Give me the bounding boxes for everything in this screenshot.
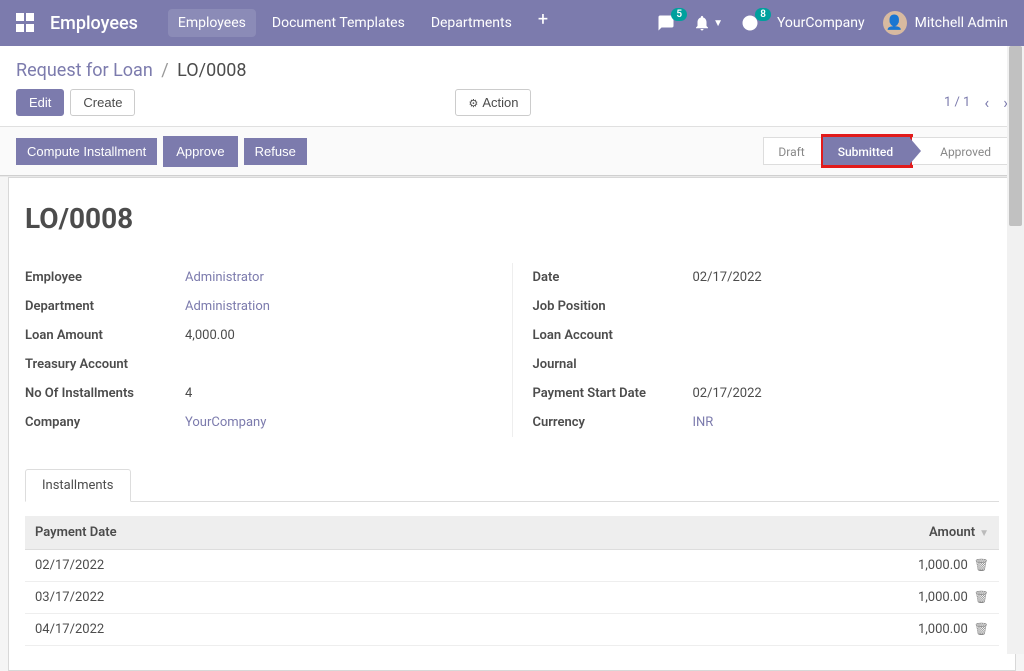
loan-amount-label: Loan Amount xyxy=(25,328,185,343)
employee-label: Employee xyxy=(25,270,185,285)
cell-payment-date: 03/17/2022 xyxy=(25,582,539,614)
tab-installments[interactable]: Installments xyxy=(25,469,131,502)
notebook-tabs: Installments xyxy=(25,469,999,502)
refuse-button[interactable]: Refuse xyxy=(244,138,307,165)
user-menu[interactable]: 👤 Mitchell Admin xyxy=(883,11,1008,35)
journal-label: Journal xyxy=(533,357,693,372)
company-switcher[interactable]: YourCompany xyxy=(777,15,865,31)
company-label: Company xyxy=(25,415,185,430)
messages-badge: 5 xyxy=(671,8,687,21)
currency-value[interactable]: INR xyxy=(693,415,1000,430)
control-panel: Edit Create Action 1 / 1 ‹ › xyxy=(0,89,1024,126)
scrollbar[interactable] xyxy=(1007,46,1024,654)
messages-icon[interactable]: 5 xyxy=(657,14,675,32)
form-sheet: LO/0008 Employee Administrator Departmen… xyxy=(8,177,1016,671)
col-amount[interactable]: Amount▼ xyxy=(539,516,999,550)
main-navbar: Employees Employees Document Templates D… xyxy=(0,0,1024,46)
installments-table: Payment Date Amount▼ 02/17/2022 1,000.00… xyxy=(25,516,999,646)
nav-right: 5 ▼ 8 YourCompany 👤 Mitchell Admin xyxy=(657,11,1008,35)
apps-icon[interactable] xyxy=(16,13,36,33)
user-name: Mitchell Admin xyxy=(915,15,1008,31)
department-value[interactable]: Administration xyxy=(185,299,492,314)
employee-value[interactable]: Administrator xyxy=(185,270,492,285)
pager: 1 / 1 xyxy=(944,95,970,110)
create-button[interactable]: Create xyxy=(70,89,135,116)
breadcrumb-separator: / xyxy=(161,60,168,81)
treasury-account-label: Treasury Account xyxy=(25,357,185,372)
scrollbar-thumb[interactable] xyxy=(1009,46,1022,226)
currency-label: Currency xyxy=(533,415,693,430)
edit-button[interactable]: Edit xyxy=(16,89,64,116)
status-bar: Compute Installment Approve Refuse Draft… xyxy=(0,126,1024,176)
cell-amount: 1,000.00 xyxy=(918,590,968,605)
date-value: 02/17/2022 xyxy=(693,270,1000,285)
record-title: LO/0008 xyxy=(25,202,999,235)
cell-payment-date: 04/17/2022 xyxy=(25,614,539,646)
status-step-submitted[interactable]: Submitted xyxy=(823,137,910,165)
activities-icon[interactable]: 8 xyxy=(741,14,759,32)
payment-start-date-value: 02/17/2022 xyxy=(693,386,1000,401)
sort-arrow-icon: ▼ xyxy=(979,528,989,539)
no-installments-value: 4 xyxy=(185,386,492,401)
breadcrumb-parent[interactable]: Request for Loan xyxy=(16,60,153,81)
nav-tabs: Employees Document Templates Departments… xyxy=(168,9,558,37)
nav-tab-employees[interactable]: Employees xyxy=(168,9,256,37)
loan-account-value xyxy=(693,328,1000,343)
job-position-value xyxy=(693,299,1000,314)
date-label: Date xyxy=(533,270,693,285)
payment-start-date-label: Payment Start Date xyxy=(533,386,693,401)
cell-amount: 1,000.00 xyxy=(918,622,968,637)
trash-icon[interactable]: 🗑 xyxy=(974,558,989,572)
breadcrumb-current: LO/0008 xyxy=(177,60,246,81)
action-button[interactable]: Action xyxy=(455,89,531,116)
chevron-down-icon: ▼ xyxy=(713,18,723,29)
trash-icon[interactable]: 🗑 xyxy=(974,622,989,636)
treasury-account-value xyxy=(185,357,492,372)
status-step-draft[interactable]: Draft xyxy=(763,137,820,165)
notifications-icon[interactable]: ▼ xyxy=(693,14,723,32)
department-label: Department xyxy=(25,299,185,314)
table-row[interactable]: 02/17/2022 1,000.00 🗑 xyxy=(25,550,999,582)
journal-value xyxy=(693,357,1000,372)
table-row[interactable]: 04/17/2022 1,000.00 🗑 xyxy=(25,614,999,646)
trash-icon[interactable]: 🗑 xyxy=(974,590,989,604)
status-flow: Draft Submitted Approved xyxy=(764,134,1008,168)
nav-tab-document-templates[interactable]: Document Templates xyxy=(262,9,415,37)
cell-payment-date: 02/17/2022 xyxy=(25,550,539,582)
no-installments-label: No Of Installments xyxy=(25,386,185,401)
col-payment-date[interactable]: Payment Date xyxy=(25,516,539,550)
approve-button[interactable]: Approve xyxy=(163,136,237,167)
company-value[interactable]: YourCompany xyxy=(185,415,492,430)
nav-add-menu-icon[interactable]: + xyxy=(528,9,558,37)
table-row[interactable]: 03/17/2022 1,000.00 🗑 xyxy=(25,582,999,614)
loan-account-label: Loan Account xyxy=(533,328,693,343)
status-step-approved[interactable]: Approved xyxy=(912,137,1008,165)
loan-amount-value: 4,000.00 xyxy=(185,328,492,343)
cell-amount: 1,000.00 xyxy=(918,558,968,573)
job-position-label: Job Position xyxy=(533,299,693,314)
app-title: Employees xyxy=(50,13,138,34)
nav-tab-departments[interactable]: Departments xyxy=(421,9,522,37)
activities-badge: 8 xyxy=(755,8,771,21)
pager-prev-icon[interactable]: ‹ xyxy=(984,93,989,112)
avatar: 👤 xyxy=(883,11,907,35)
breadcrumb: Request for Loan / LO/0008 xyxy=(16,60,247,81)
compute-installment-button[interactable]: Compute Installment xyxy=(16,138,157,165)
